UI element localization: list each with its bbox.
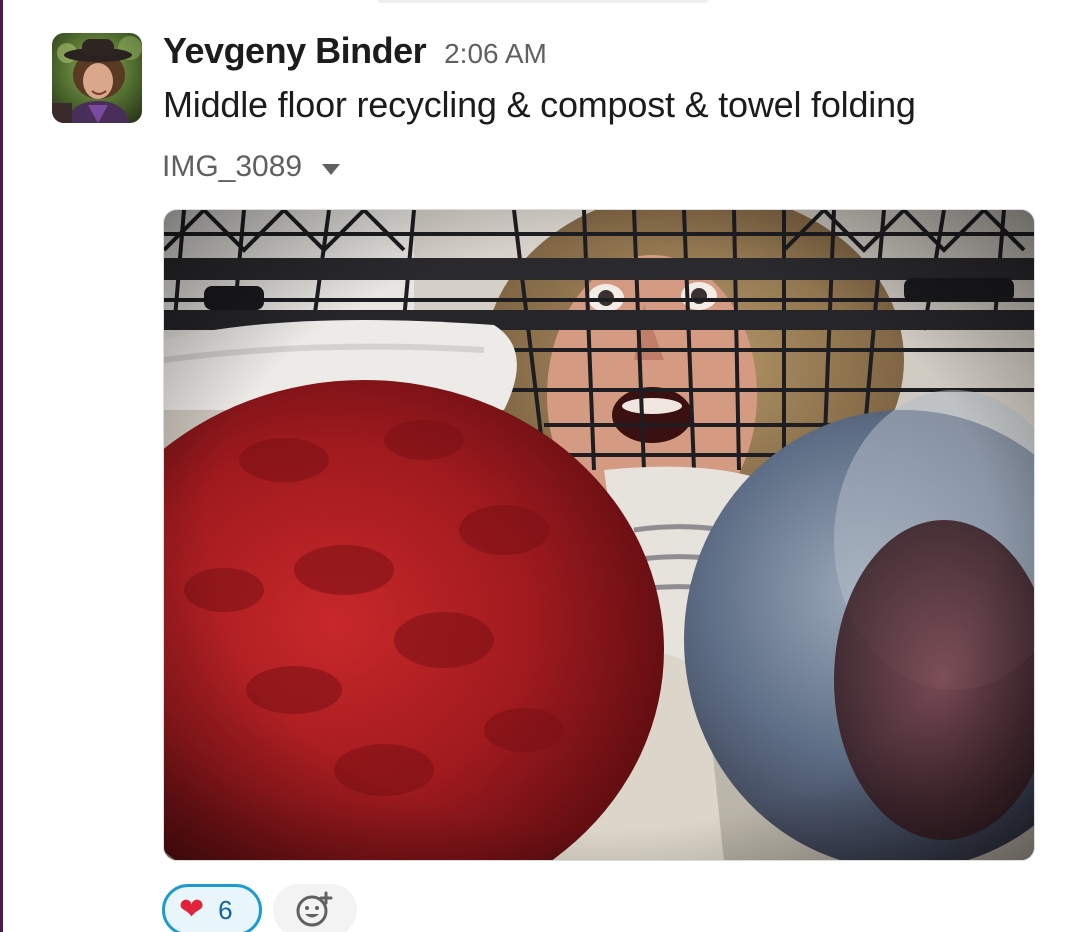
sidebar-edge (0, 0, 3, 932)
attachment-photo (164, 210, 1034, 860)
message-timestamp[interactable]: 2:06 AM (444, 38, 547, 70)
add-reaction-icon (296, 891, 333, 927)
author-name[interactable]: Yevgeny Binder (163, 30, 427, 72)
image-attachment[interactable] (163, 209, 1035, 861)
message-header: Yevgeny Binder 2:06 AM (163, 30, 547, 78)
message-text: Middle floor recycling & compost & towel… (163, 84, 916, 125)
message-view: Yevgeny Binder 2:06 AM Middle floor recy… (0, 0, 1068, 932)
attachment-filename[interactable]: IMG_3089 (162, 150, 302, 184)
attachment-toggle[interactable]: IMG_3089 (162, 150, 341, 184)
caret-down-icon[interactable] (322, 163, 341, 175)
avatar[interactable] (52, 33, 142, 123)
reactions-bar: ❤ 6 (162, 884, 357, 932)
reaction-heart[interactable]: ❤ 6 (162, 884, 262, 932)
add-reaction-button[interactable] (273, 884, 357, 932)
avatar-photo-icon (52, 33, 142, 123)
scroll-divider (378, 0, 708, 3)
heart-icon: ❤ (179, 892, 205, 927)
reaction-count: 6 (218, 894, 233, 925)
